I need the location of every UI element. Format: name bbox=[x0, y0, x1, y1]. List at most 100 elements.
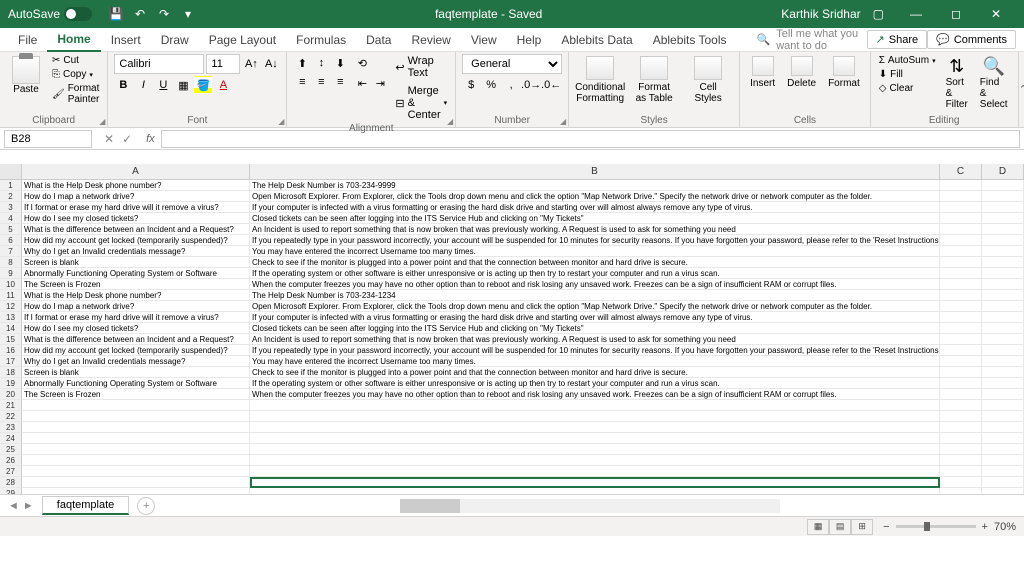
row-header[interactable]: 14 bbox=[0, 323, 22, 334]
tab-review[interactable]: Review bbox=[401, 29, 460, 51]
cell[interactable]: How do I map a network drive? bbox=[22, 191, 250, 202]
cell[interactable] bbox=[982, 312, 1024, 323]
zoom-in-button[interactable]: + bbox=[982, 521, 988, 533]
cell[interactable]: Closed tickets can be seen after logging… bbox=[250, 323, 940, 334]
tab-draw[interactable]: Draw bbox=[151, 29, 199, 51]
normal-view-button[interactable]: ▦ bbox=[807, 519, 829, 535]
percent-icon[interactable]: % bbox=[482, 76, 500, 94]
cell[interactable] bbox=[982, 444, 1024, 455]
cell[interactable] bbox=[982, 257, 1024, 268]
row-header[interactable]: 21 bbox=[0, 400, 22, 411]
cell[interactable]: If the operating system or other softwar… bbox=[250, 378, 940, 389]
cell[interactable]: How do I see my closed tickets? bbox=[22, 323, 250, 334]
table-row[interactable]: 5What is the difference between an Incid… bbox=[0, 224, 1024, 235]
table-row[interactable]: 6How did my account get locked (temporar… bbox=[0, 235, 1024, 246]
row-header[interactable]: 1 bbox=[0, 180, 22, 191]
table-row[interactable]: 25 bbox=[0, 444, 1024, 455]
cell[interactable] bbox=[982, 488, 1024, 494]
increase-font-icon[interactable]: A↑ bbox=[242, 55, 260, 73]
tab-formulas[interactable]: Formulas bbox=[286, 29, 356, 51]
cell[interactable] bbox=[250, 444, 940, 455]
cell[interactable]: How did my account get locked (temporari… bbox=[22, 345, 250, 356]
cell[interactable] bbox=[982, 202, 1024, 213]
tab-insert[interactable]: Insert bbox=[101, 29, 151, 51]
cell[interactable] bbox=[940, 422, 982, 433]
cell[interactable] bbox=[982, 422, 1024, 433]
close-button[interactable]: ✕ bbox=[976, 0, 1016, 28]
cell[interactable] bbox=[982, 466, 1024, 477]
formula-bar[interactable] bbox=[161, 130, 1020, 148]
cell[interactable] bbox=[982, 345, 1024, 356]
row-header[interactable]: 13 bbox=[0, 312, 22, 323]
cell[interactable] bbox=[22, 488, 250, 494]
cell[interactable] bbox=[940, 224, 982, 235]
minimize-button[interactable]: — bbox=[896, 0, 936, 28]
cell[interactable] bbox=[940, 268, 982, 279]
cell[interactable] bbox=[22, 477, 250, 488]
cell[interactable] bbox=[982, 378, 1024, 389]
share-button[interactable]: ↗Share bbox=[867, 30, 928, 49]
page-layout-view-button[interactable]: ▤ bbox=[829, 519, 851, 535]
tab-file[interactable]: File bbox=[8, 29, 47, 51]
fx-icon[interactable]: fx bbox=[140, 133, 161, 145]
cell[interactable] bbox=[22, 422, 250, 433]
cell[interactable] bbox=[940, 411, 982, 422]
cell[interactable] bbox=[940, 378, 982, 389]
cell[interactable] bbox=[940, 290, 982, 301]
cell[interactable]: Abnormally Functioning Operating System … bbox=[22, 378, 250, 389]
column-header-d[interactable]: D bbox=[982, 164, 1024, 179]
table-row[interactable]: 23 bbox=[0, 422, 1024, 433]
cell[interactable] bbox=[22, 433, 250, 444]
bold-button[interactable]: B bbox=[114, 76, 132, 94]
cell[interactable] bbox=[250, 422, 940, 433]
undo-icon[interactable]: ↶ bbox=[132, 6, 148, 22]
cell[interactable] bbox=[982, 400, 1024, 411]
row-header[interactable]: 16 bbox=[0, 345, 22, 356]
fill-button[interactable]: ⬇Fill bbox=[877, 68, 938, 81]
cell[interactable] bbox=[982, 268, 1024, 279]
tell-me-search[interactable]: 🔍 Tell me what you want to do bbox=[737, 28, 867, 52]
font-name-select[interactable] bbox=[114, 54, 204, 74]
border-button[interactable]: ▦ bbox=[174, 76, 192, 94]
cell[interactable] bbox=[940, 477, 982, 488]
underline-button[interactable]: U bbox=[154, 76, 172, 94]
cell[interactable] bbox=[982, 290, 1024, 301]
cell[interactable] bbox=[22, 400, 250, 411]
increase-decimal-icon[interactable]: .0→ bbox=[522, 76, 540, 94]
insert-cells-button[interactable]: Insert bbox=[746, 54, 779, 91]
cell[interactable] bbox=[940, 433, 982, 444]
format-as-table-button[interactable]: Format as Table bbox=[629, 54, 679, 106]
row-header[interactable]: 19 bbox=[0, 378, 22, 389]
clear-button[interactable]: ◇Clear bbox=[877, 82, 938, 95]
cell[interactable] bbox=[982, 367, 1024, 378]
table-row[interactable]: 16How did my account get locked (tempora… bbox=[0, 345, 1024, 356]
cell[interactable]: If your computer is infected with a viru… bbox=[250, 312, 940, 323]
cell[interactable] bbox=[940, 246, 982, 257]
cell[interactable] bbox=[940, 279, 982, 290]
cell[interactable] bbox=[940, 213, 982, 224]
column-header-b[interactable]: B bbox=[250, 164, 940, 179]
row-header[interactable]: 4 bbox=[0, 213, 22, 224]
row-header[interactable]: 25 bbox=[0, 444, 22, 455]
cell[interactable]: How do I see my closed tickets? bbox=[22, 213, 250, 224]
prev-sheet-icon[interactable]: ◄ bbox=[8, 500, 19, 512]
cell[interactable] bbox=[22, 455, 250, 466]
tab-home[interactable]: Home bbox=[47, 28, 100, 52]
align-left-icon[interactable]: ≡ bbox=[293, 73, 311, 91]
comments-button[interactable]: 💬Comments bbox=[927, 30, 1016, 49]
table-row[interactable]: 11What is the Help Desk phone number?The… bbox=[0, 290, 1024, 301]
row-header[interactable]: 24 bbox=[0, 433, 22, 444]
cell[interactable] bbox=[940, 444, 982, 455]
cell[interactable]: When the computer freezes you may have n… bbox=[250, 389, 940, 400]
conditional-formatting-button[interactable]: Conditional Formatting bbox=[575, 54, 625, 106]
row-header[interactable]: 10 bbox=[0, 279, 22, 290]
row-header[interactable]: 8 bbox=[0, 257, 22, 268]
collapse-ribbon-button[interactable]: ⌃ bbox=[1019, 52, 1024, 127]
align-right-icon[interactable]: ≡ bbox=[331, 73, 349, 91]
cancel-formula-icon[interactable]: ✕ bbox=[104, 132, 114, 146]
zoom-level[interactable]: 70% bbox=[994, 521, 1016, 533]
table-row[interactable]: 2How do I map a network drive?Open Micro… bbox=[0, 191, 1024, 202]
decrease-indent-icon[interactable]: ⇤ bbox=[353, 74, 371, 92]
cell[interactable]: Check to see if the monitor is plugged i… bbox=[250, 367, 940, 378]
cell[interactable]: Open Microsoft Explorer. From Explorer, … bbox=[250, 301, 940, 312]
